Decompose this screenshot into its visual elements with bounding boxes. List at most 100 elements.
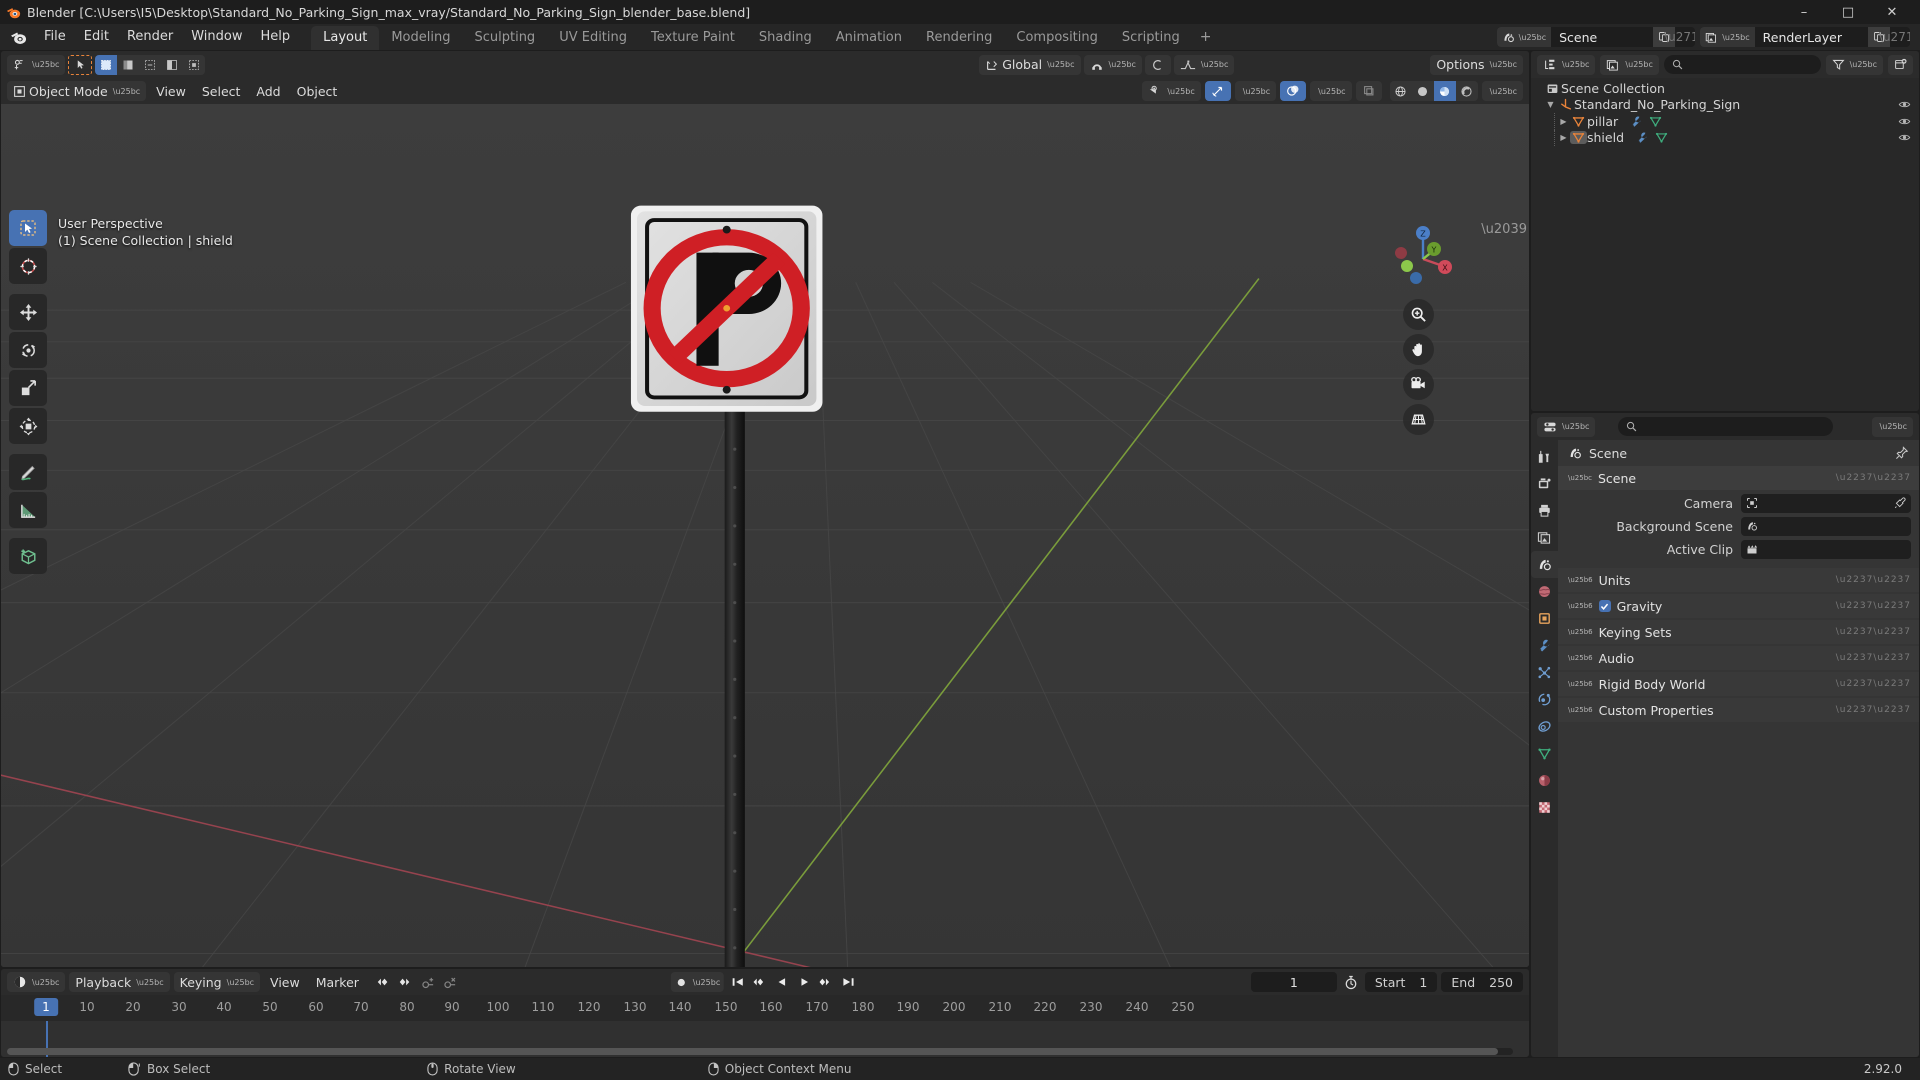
viewport-navigation-gizmo[interactable]: Z Y X [1373, 212, 1457, 296]
properties-tab-world[interactable] [1531, 578, 1558, 605]
annotate-tool[interactable] [9, 454, 47, 490]
viewlayer-name-field[interactable]: RenderLayer [1755, 30, 1868, 45]
measure-tool[interactable] [9, 492, 47, 528]
move-tool[interactable] [9, 294, 47, 330]
xray-toggle[interactable] [1355, 81, 1382, 101]
properties-search-input[interactable] [1617, 417, 1833, 436]
gizmo-options-dropdown[interactable]: \u25bc [1234, 81, 1277, 101]
end-frame-field[interactable]: End 250 [1441, 972, 1523, 992]
proportional-edit-toggle[interactable] [1144, 54, 1171, 75]
jump-to-start-button[interactable] [728, 972, 749, 992]
select-subtract-button[interactable] [139, 54, 162, 75]
timeline-menu-keying[interactable]: Keying \u25bc [173, 972, 261, 992]
start-frame-field[interactable]: Start 1 [1364, 972, 1438, 992]
properties-tab-physics[interactable] [1531, 686, 1558, 713]
panel-header-custom-properties[interactable]: \u25b6 Custom Properties \u2237\u2237 [1558, 698, 1919, 722]
wireframe-shading-button[interactable] [1389, 81, 1412, 101]
pan-hand-icon[interactable] [1403, 334, 1434, 365]
tab-modeling[interactable]: Modeling [379, 26, 462, 50]
outliner-row-standard-no-parking-sign[interactable]: ▼ Standard_No_Parking_Sign [1531, 97, 1919, 114]
jump-prev-keyframe-button-2[interactable] [750, 972, 771, 992]
timeline-ruler[interactable]: 1 10 20 30 40 50 60 70 80 90 100 110 120 130 140 150 160… [1, 995, 1529, 1021]
rendered-shading-button[interactable] [1455, 81, 1478, 101]
shading-options-dropdown[interactable]: \u25bc [1481, 81, 1523, 101]
properties-tab-texture[interactable] [1531, 794, 1558, 821]
timeline-menu-marker[interactable]: Marker [310, 972, 365, 992]
play-button[interactable] [794, 972, 815, 992]
visibility-eye-icon[interactable] [1898, 131, 1911, 144]
visibility-selector[interactable]: \u25bc [1142, 81, 1201, 101]
use-preview-range-icon[interactable] [1341, 972, 1361, 992]
viewport-3d-canvas[interactable]: User Perspective (1) Scene Collection | … [1, 104, 1529, 967]
select-invert-button[interactable] [161, 54, 184, 75]
play-reverse-button[interactable] [772, 972, 793, 992]
pin-icon[interactable] [1895, 446, 1909, 460]
panel-header-rigid-body-world[interactable]: \u25b6 Rigid Body World \u2237\u2237 [1558, 672, 1919, 696]
tab-texture-paint[interactable]: Texture Paint [639, 26, 747, 50]
panel-header-audio[interactable]: \u25b6 Audio \u2237\u2237 [1558, 646, 1919, 670]
viewport-sidebar-toggle[interactable]: \u2039 [1481, 222, 1527, 237]
timeline-editor-type-selector[interactable]: \u25bc [7, 972, 66, 992]
select-intersect-button[interactable] [183, 54, 206, 75]
outliner-row-shield[interactable]: ▶ shield [1531, 129, 1919, 146]
transform-tool[interactable] [9, 408, 47, 444]
snap-target-selector[interactable]: \u25bc [1083, 54, 1142, 75]
tab-uv-editing[interactable]: UV Editing [547, 26, 639, 50]
toggle-ortho-icon[interactable] [1403, 404, 1434, 435]
panel-header-scene[interactable]: \u25bc Scene \u2237\u2237 [1558, 466, 1919, 490]
properties-tab-particles[interactable] [1531, 659, 1558, 686]
transform-orientation-selector[interactable]: Global \u25bc [979, 54, 1081, 75]
timeline-scrollbar[interactable] [7, 1048, 1513, 1055]
scale-tool[interactable] [9, 370, 47, 406]
tab-compositing[interactable]: Compositing [1004, 26, 1110, 50]
viewport-menu-view[interactable]: View [150, 81, 192, 101]
properties-tab-output[interactable] [1531, 497, 1558, 524]
expand-triangle[interactable]: ▶ [1557, 133, 1570, 142]
outliner-search-input[interactable] [1663, 55, 1821, 74]
active-clip-field[interactable] [1741, 539, 1911, 559]
tab-rendering[interactable]: Rendering [914, 26, 1004, 50]
proportional-falloff-selector[interactable]: \u25bc [1173, 54, 1235, 75]
panel-header-units[interactable]: \u25b6 Units \u2237\u2237 [1558, 568, 1919, 592]
properties-options-dropdown[interactable]: \u25bc [1871, 416, 1913, 437]
select-extend-button[interactable] [117, 54, 140, 75]
tab-shading[interactable]: Shading [747, 26, 824, 50]
jump-to-end-button[interactable] [838, 972, 859, 992]
modifier-icon[interactable] [1636, 131, 1649, 144]
properties-tab-data[interactable] [1531, 740, 1558, 767]
blender-menu-icon[interactable] [10, 29, 27, 46]
delete-keyframe-button[interactable] [441, 972, 461, 992]
add-workspace-button[interactable]: + [1192, 26, 1220, 50]
tab-animation[interactable]: Animation [824, 26, 914, 50]
properties-tab-material[interactable] [1531, 767, 1558, 794]
material-preview-shading-button[interactable] [1433, 81, 1456, 101]
editor-type-selector[interactable]: \u25bc [7, 54, 66, 75]
viewport-menu-add[interactable]: Add [250, 81, 286, 101]
visibility-eye-icon[interactable] [1898, 98, 1911, 111]
timeline-current-frame-chip[interactable]: 1 [34, 998, 58, 1016]
mesh-data-icon[interactable] [1655, 131, 1668, 144]
show-gizmo-toggle[interactable] [1204, 81, 1231, 101]
zoom-icon[interactable] [1403, 299, 1434, 330]
close-button[interactable]: ✕ [1870, 0, 1914, 24]
outliner-display-mode-selector[interactable]: \u25bc [1600, 54, 1659, 75]
timeline-menu-view[interactable]: View [264, 972, 306, 992]
visibility-eye-icon[interactable] [1898, 115, 1911, 128]
jump-next-keyframe-button[interactable] [397, 972, 417, 992]
delete-viewlayer-button[interactable]: \u2715 [1879, 27, 1910, 47]
solid-shading-button[interactable] [1411, 81, 1434, 101]
insert-keyframe-button[interactable] [419, 972, 439, 992]
menu-edit[interactable]: Edit [75, 26, 118, 48]
properties-tab-scene[interactable] [1531, 551, 1558, 578]
panel-header-keying-sets[interactable]: \u25b6 Keying Sets \u2237\u2237 [1558, 620, 1919, 644]
viewport-menu-select[interactable]: Select [196, 81, 247, 101]
scene-browse-button[interactable]: \u25bc [1496, 27, 1552, 47]
minimize-button[interactable]: – [1782, 0, 1826, 24]
expand-triangle[interactable]: ▼ [1544, 100, 1557, 109]
timeline-menu-playback[interactable]: Playback \u25bc [69, 972, 170, 992]
tab-sculpting[interactable]: Sculpting [462, 26, 547, 50]
modifier-icon[interactable] [1630, 115, 1643, 128]
gravity-checkbox[interactable] [1598, 600, 1611, 612]
viewport-menu-object[interactable]: Object [291, 81, 344, 101]
camera-view-icon[interactable] [1403, 369, 1434, 400]
